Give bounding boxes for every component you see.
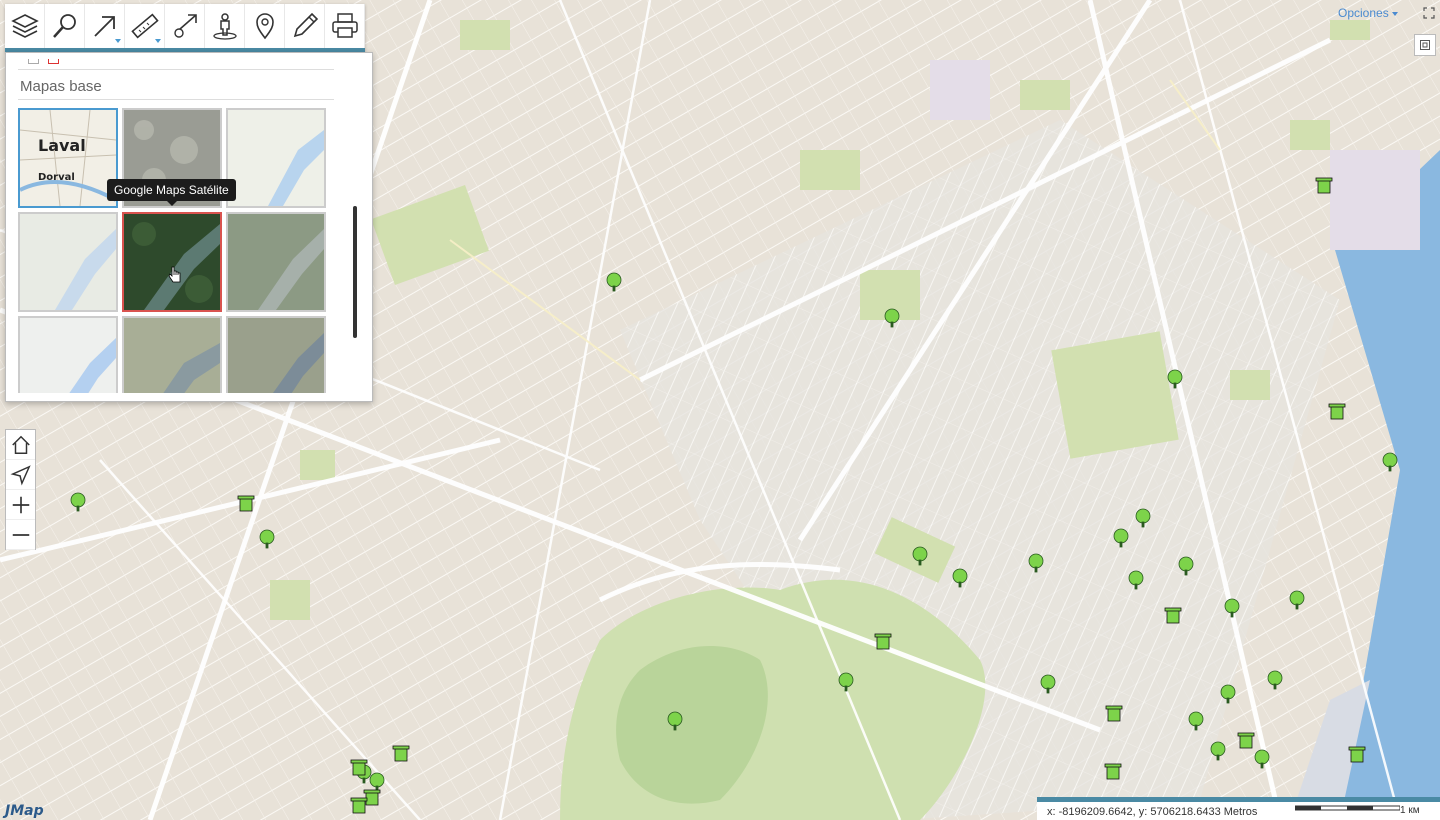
locate-arrow-icon xyxy=(10,464,31,485)
zoom-out-button[interactable] xyxy=(6,520,35,550)
hand-cursor-icon xyxy=(168,266,181,283)
overview-map-icon xyxy=(1420,40,1430,50)
basemap-thumbnail xyxy=(228,110,324,206)
map-marker-tool-button[interactable] xyxy=(245,4,285,48)
locate-button[interactable] xyxy=(6,460,35,490)
fullscreen-button[interactable] xyxy=(1420,4,1438,22)
map-marker-icon xyxy=(255,13,274,40)
print-tool-button[interactable] xyxy=(325,4,365,48)
location-arrow-icon xyxy=(173,14,197,38)
minimap-toggle-button[interactable] xyxy=(1414,34,1436,56)
edit-pencil-icon xyxy=(293,12,318,38)
dropdown-caret-icon xyxy=(115,39,121,43)
print-icon xyxy=(331,13,358,38)
basemap-tile-light-terrain[interactable] xyxy=(226,108,326,208)
basemaps-grid: Laval Dorval xyxy=(18,108,334,393)
map-nav-controls xyxy=(5,429,36,550)
jmap-logo: JMap xyxy=(5,803,44,819)
previous-layer-row xyxy=(18,53,334,70)
basemap-tile-sublabel: Dorval xyxy=(38,172,75,183)
basemap-tooltip: Google Maps Satélite xyxy=(107,179,236,206)
basemap-thumbnail xyxy=(228,318,324,393)
zoom-out-icon xyxy=(12,533,29,536)
home-button[interactable] xyxy=(6,430,35,460)
basemap-tile-satellite-muted[interactable] xyxy=(226,212,326,312)
basemap-thumbnail xyxy=(20,318,116,393)
basemap-tile-terrain-satellite[interactable] xyxy=(226,316,326,393)
street-view-icon xyxy=(212,13,237,40)
zoom-in-icon xyxy=(12,496,29,513)
basemap-thumbnail xyxy=(124,318,220,393)
scale-bar xyxy=(1295,805,1400,811)
basemap-tile-label: Laval xyxy=(38,136,86,155)
options-menu[interactable]: Opciones xyxy=(1338,6,1398,20)
basemap-tile-light-gray[interactable] xyxy=(18,212,118,312)
select-arrow-icon xyxy=(93,16,115,37)
layer-style-swatch xyxy=(48,59,59,64)
layers-tool-button[interactable] xyxy=(5,4,45,48)
basemap-tile-light-blue[interactable] xyxy=(18,316,118,393)
dropdown-caret-icon xyxy=(155,39,161,43)
basemap-thumbnail xyxy=(20,214,116,310)
measure-ruler-icon xyxy=(130,13,159,39)
basemap-thumbnail xyxy=(124,214,220,310)
layer-checkbox[interactable] xyxy=(28,59,39,64)
basemaps-title: Mapas base xyxy=(18,70,334,100)
basemap-tile-streets[interactable]: Laval Dorval xyxy=(18,108,118,208)
expand-icon xyxy=(1423,7,1435,19)
search-icon xyxy=(52,14,76,38)
basemap-tile-terrain-green[interactable] xyxy=(122,316,222,393)
basemaps-panel: Mapas base Laval Dorval xyxy=(5,52,373,402)
zoom-in-button[interactable] xyxy=(6,490,35,520)
search-tool-button[interactable] xyxy=(45,4,85,48)
measure-ruler-tool-button[interactable] xyxy=(125,4,165,48)
select-arrow-tool-button[interactable] xyxy=(85,4,125,48)
main-toolbar xyxy=(5,4,365,53)
home-icon xyxy=(11,435,30,454)
basemap-thumbnail xyxy=(228,214,324,310)
scale-label: 1 км xyxy=(1400,805,1420,816)
basemap-tile-google-satellite[interactable] xyxy=(122,212,222,312)
basemap-thumbnail xyxy=(20,110,116,206)
street-view-tool-button[interactable] xyxy=(205,4,245,48)
location-arrow-tool-button[interactable] xyxy=(165,4,205,48)
panel-scrollbar[interactable] xyxy=(353,206,357,338)
basemaps-panel-content: Mapas base Laval Dorval xyxy=(18,53,334,393)
edit-pencil-tool-button[interactable] xyxy=(285,4,325,48)
layers-icon xyxy=(10,14,39,38)
